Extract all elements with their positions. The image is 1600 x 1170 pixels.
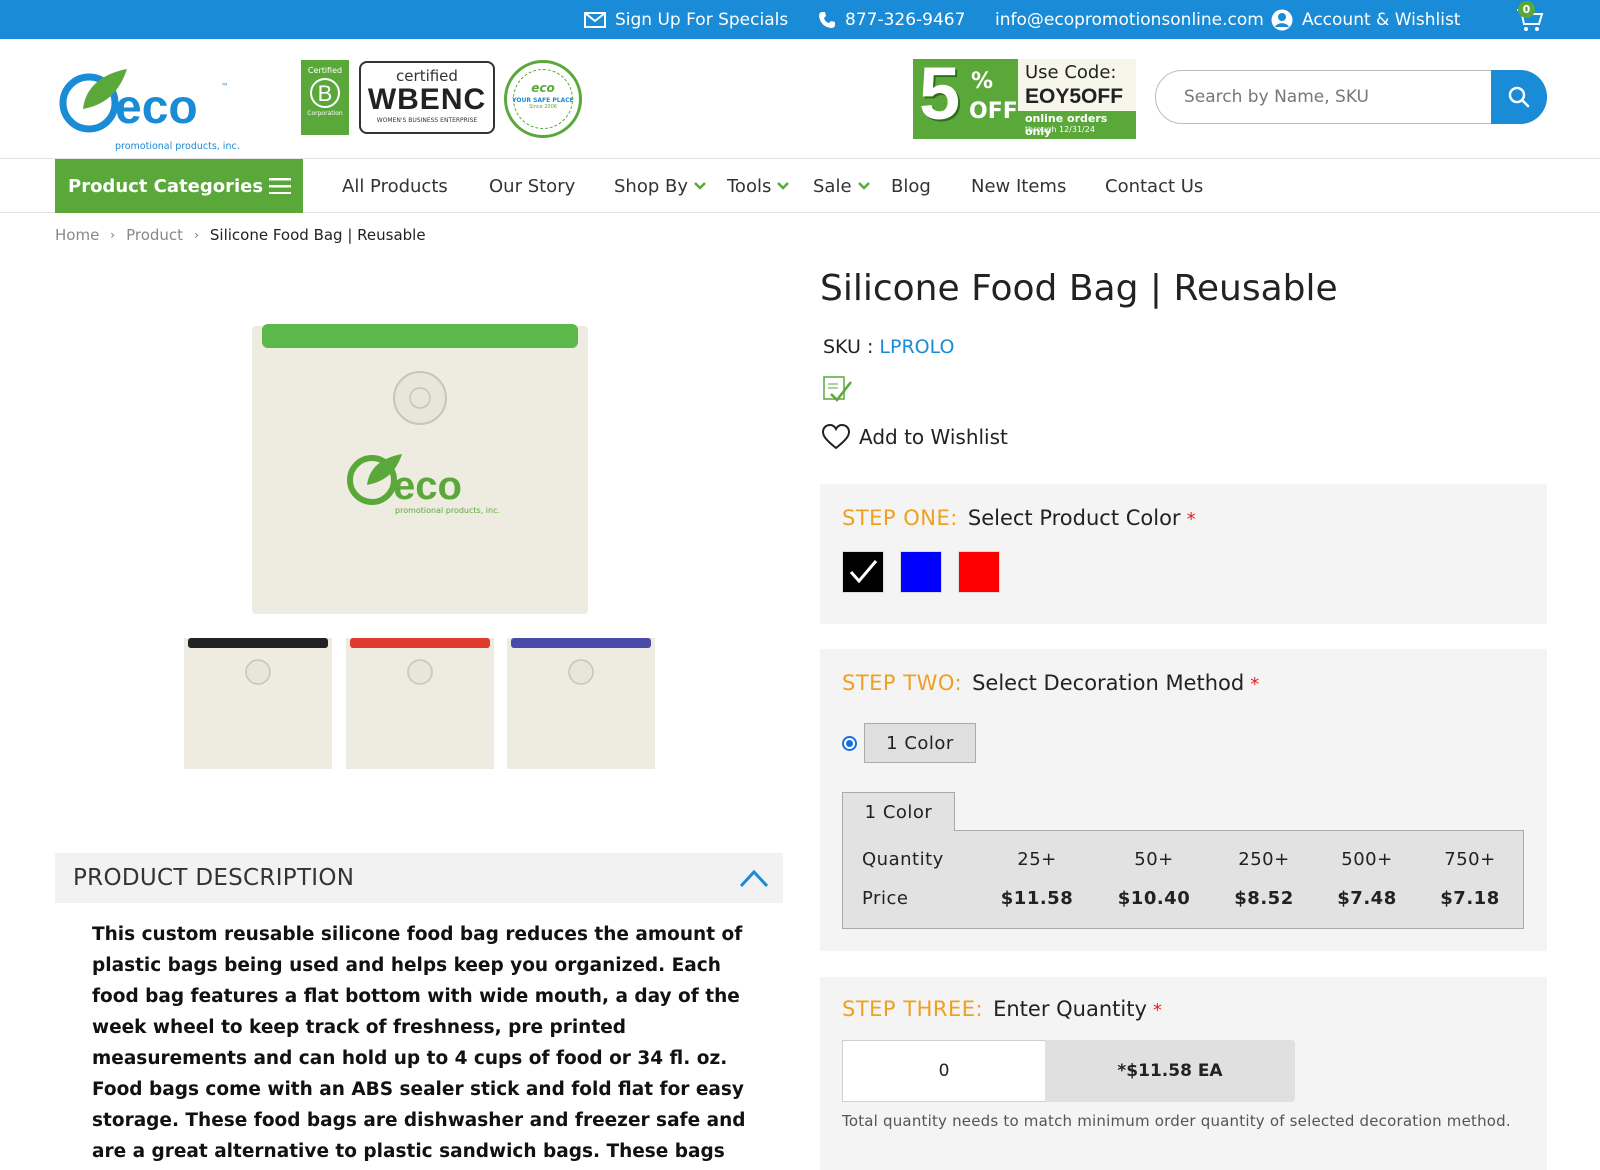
price-row-label: Price xyxy=(862,888,909,909)
nav-contact-us[interactable]: Contact Us xyxy=(1105,159,1203,213)
product-title: Silicone Food Bag | Reusable xyxy=(820,268,1338,309)
quantity-input[interactable] xyxy=(842,1040,1046,1102)
product-categories-button[interactable]: Product Categories xyxy=(55,159,303,213)
svg-text:promotional products, inc.: promotional products, inc. xyxy=(395,506,500,515)
color-swatch-black[interactable] xyxy=(842,551,884,593)
tier-price: $7.18 xyxy=(1440,888,1500,909)
step-one-heading: STEP ONE: Select Product Color * xyxy=(842,506,1196,530)
breadcrumb-current: Silicone Food Bag | Reusable xyxy=(209,226,426,244)
prep-shipping-icon xyxy=(823,376,852,402)
nav-sale[interactable]: Sale xyxy=(813,159,871,213)
sku-line: SKU : LPROLO xyxy=(823,336,954,358)
user-icon xyxy=(1271,9,1293,30)
email-link[interactable]: info@ecopromotionsonline.com xyxy=(995,0,1264,39)
promo-banner[interactable]: 5 % OFF Use Code: EOY5OFF online orders … xyxy=(913,59,1136,139)
svg-text:eco: eco xyxy=(393,464,462,508)
quantity-row-label: Quantity xyxy=(862,849,944,870)
chevron-right-icon: › xyxy=(194,228,199,242)
step-three-heading: STEP THREE: Enter Quantity * xyxy=(842,997,1162,1021)
pricing-table: Quantity Price 25+ 50+ 250+ 500+ 750+ $1… xyxy=(842,830,1524,929)
breadcrumb: Home › Product › Silicone Food Bag | Reu… xyxy=(55,226,426,244)
chevron-down-icon xyxy=(857,182,870,190)
cart-count-badge: 0 xyxy=(1518,1,1535,18)
signup-label: Sign Up For Specials xyxy=(615,9,789,30)
envelope-icon xyxy=(584,11,606,28)
bag-green-seal xyxy=(262,324,578,348)
step-two-heading: STEP TWO: Select Decoration Method * xyxy=(842,671,1260,695)
phone-label: 877-326-9467 xyxy=(845,9,966,30)
thumbnail-purple[interactable] xyxy=(505,636,657,771)
tier-price: $8.52 xyxy=(1234,888,1294,909)
decoration-method-option[interactable]: 1 Color xyxy=(864,723,976,763)
search-button[interactable] xyxy=(1491,70,1547,124)
quantity-tier: 250+ xyxy=(1238,849,1290,870)
quantity-tier: 750+ xyxy=(1444,849,1496,870)
nav-our-story[interactable]: Our Story xyxy=(489,159,575,213)
nav-all-products[interactable]: All Products xyxy=(342,159,448,213)
thumbnail-black[interactable] xyxy=(182,636,334,771)
phone-link[interactable]: 877-326-9467 xyxy=(818,0,965,39)
account-link[interactable]: Account & Wishlist xyxy=(1271,0,1460,39)
svg-text:™: ™ xyxy=(221,82,229,91)
phone-icon xyxy=(819,11,835,28)
quantity-tier: 500+ xyxy=(1341,849,1393,870)
quantity-tier: 25+ xyxy=(1017,849,1057,870)
tier-price: $7.48 xyxy=(1337,888,1397,909)
search-input[interactable] xyxy=(1184,71,1484,123)
nav-blog[interactable]: Blog xyxy=(891,159,931,213)
wbenc-badge: certified WBENC WOMEN'S BUSINESS ENTERPR… xyxy=(359,61,495,134)
add-to-wishlist-button[interactable]: Add to Wishlist xyxy=(822,424,1008,450)
nav-new-items[interactable]: New Items xyxy=(971,159,1066,213)
chevron-down-icon xyxy=(777,182,790,190)
chevron-right-icon: › xyxy=(110,228,116,242)
color-swatch-blue[interactable] xyxy=(900,551,942,593)
chevron-up-icon[interactable] xyxy=(738,866,770,890)
quantity-note: Total quantity needs to match minimum or… xyxy=(842,1112,1511,1130)
tier-price: $10.40 xyxy=(1117,888,1191,909)
signup-link[interactable]: Sign Up For Specials xyxy=(584,0,788,39)
bcorp-badge: Certified B Corporation xyxy=(301,60,349,135)
search-icon xyxy=(1508,86,1530,108)
top-bar: Sign Up For Specials 877-326-9467 info@e… xyxy=(0,0,1600,39)
email-label: info@ecopromotionsonline.com xyxy=(995,9,1264,30)
safe-place-seal: eco YOUR SAFE PLACE Since 2006 xyxy=(504,60,582,138)
wishlist-label: Add to Wishlist xyxy=(859,425,1008,449)
color-swatch-red[interactable] xyxy=(958,551,1000,593)
promo-code: EOY5OFF xyxy=(1025,85,1124,108)
sku-label: SKU : xyxy=(823,336,874,358)
unit-price-display: *$11.58 EA xyxy=(1045,1040,1295,1102)
tier-price: $11.58 xyxy=(1000,888,1074,909)
main-nav: Product Categories All Products Our Stor… xyxy=(0,159,1600,213)
svg-text:promotional products, inc.: promotional products, inc. xyxy=(115,141,240,152)
breadcrumb-product[interactable]: Product xyxy=(126,226,183,244)
quantity-tier: 50+ xyxy=(1134,849,1174,870)
product-description-header[interactable]: PRODUCT DESCRIPTION xyxy=(55,853,783,903)
chevron-down-icon xyxy=(694,182,706,190)
main-product-image[interactable]: eco promotional products, inc. xyxy=(250,320,590,616)
account-label: Account & Wishlist xyxy=(1302,9,1461,30)
search-box xyxy=(1155,70,1547,124)
nav-shop-by[interactable]: Shop By xyxy=(614,159,707,213)
product-categories-label: Product Categories xyxy=(68,175,264,197)
hamburger-icon xyxy=(269,178,291,194)
breadcrumb-home[interactable]: Home xyxy=(55,226,99,244)
product-description-title: PRODUCT DESCRIPTION xyxy=(73,865,355,891)
pricing-tab[interactable]: 1 Color xyxy=(842,792,955,831)
heart-icon xyxy=(822,424,850,450)
decoration-radio[interactable] xyxy=(842,736,857,751)
check-icon xyxy=(849,560,878,584)
thumbnail-red[interactable] xyxy=(344,636,496,771)
eco-logo[interactable]: eco ™ promotional products, inc. xyxy=(55,59,245,154)
product-description-text: This custom reusable silicone food bag r… xyxy=(92,924,746,1162)
sku-value: LPROLO xyxy=(879,336,955,358)
site-header: eco ™ promotional products, inc. Certifi… xyxy=(0,39,1600,159)
nav-tools[interactable]: Tools xyxy=(727,159,790,213)
svg-text:eco: eco xyxy=(115,81,198,134)
